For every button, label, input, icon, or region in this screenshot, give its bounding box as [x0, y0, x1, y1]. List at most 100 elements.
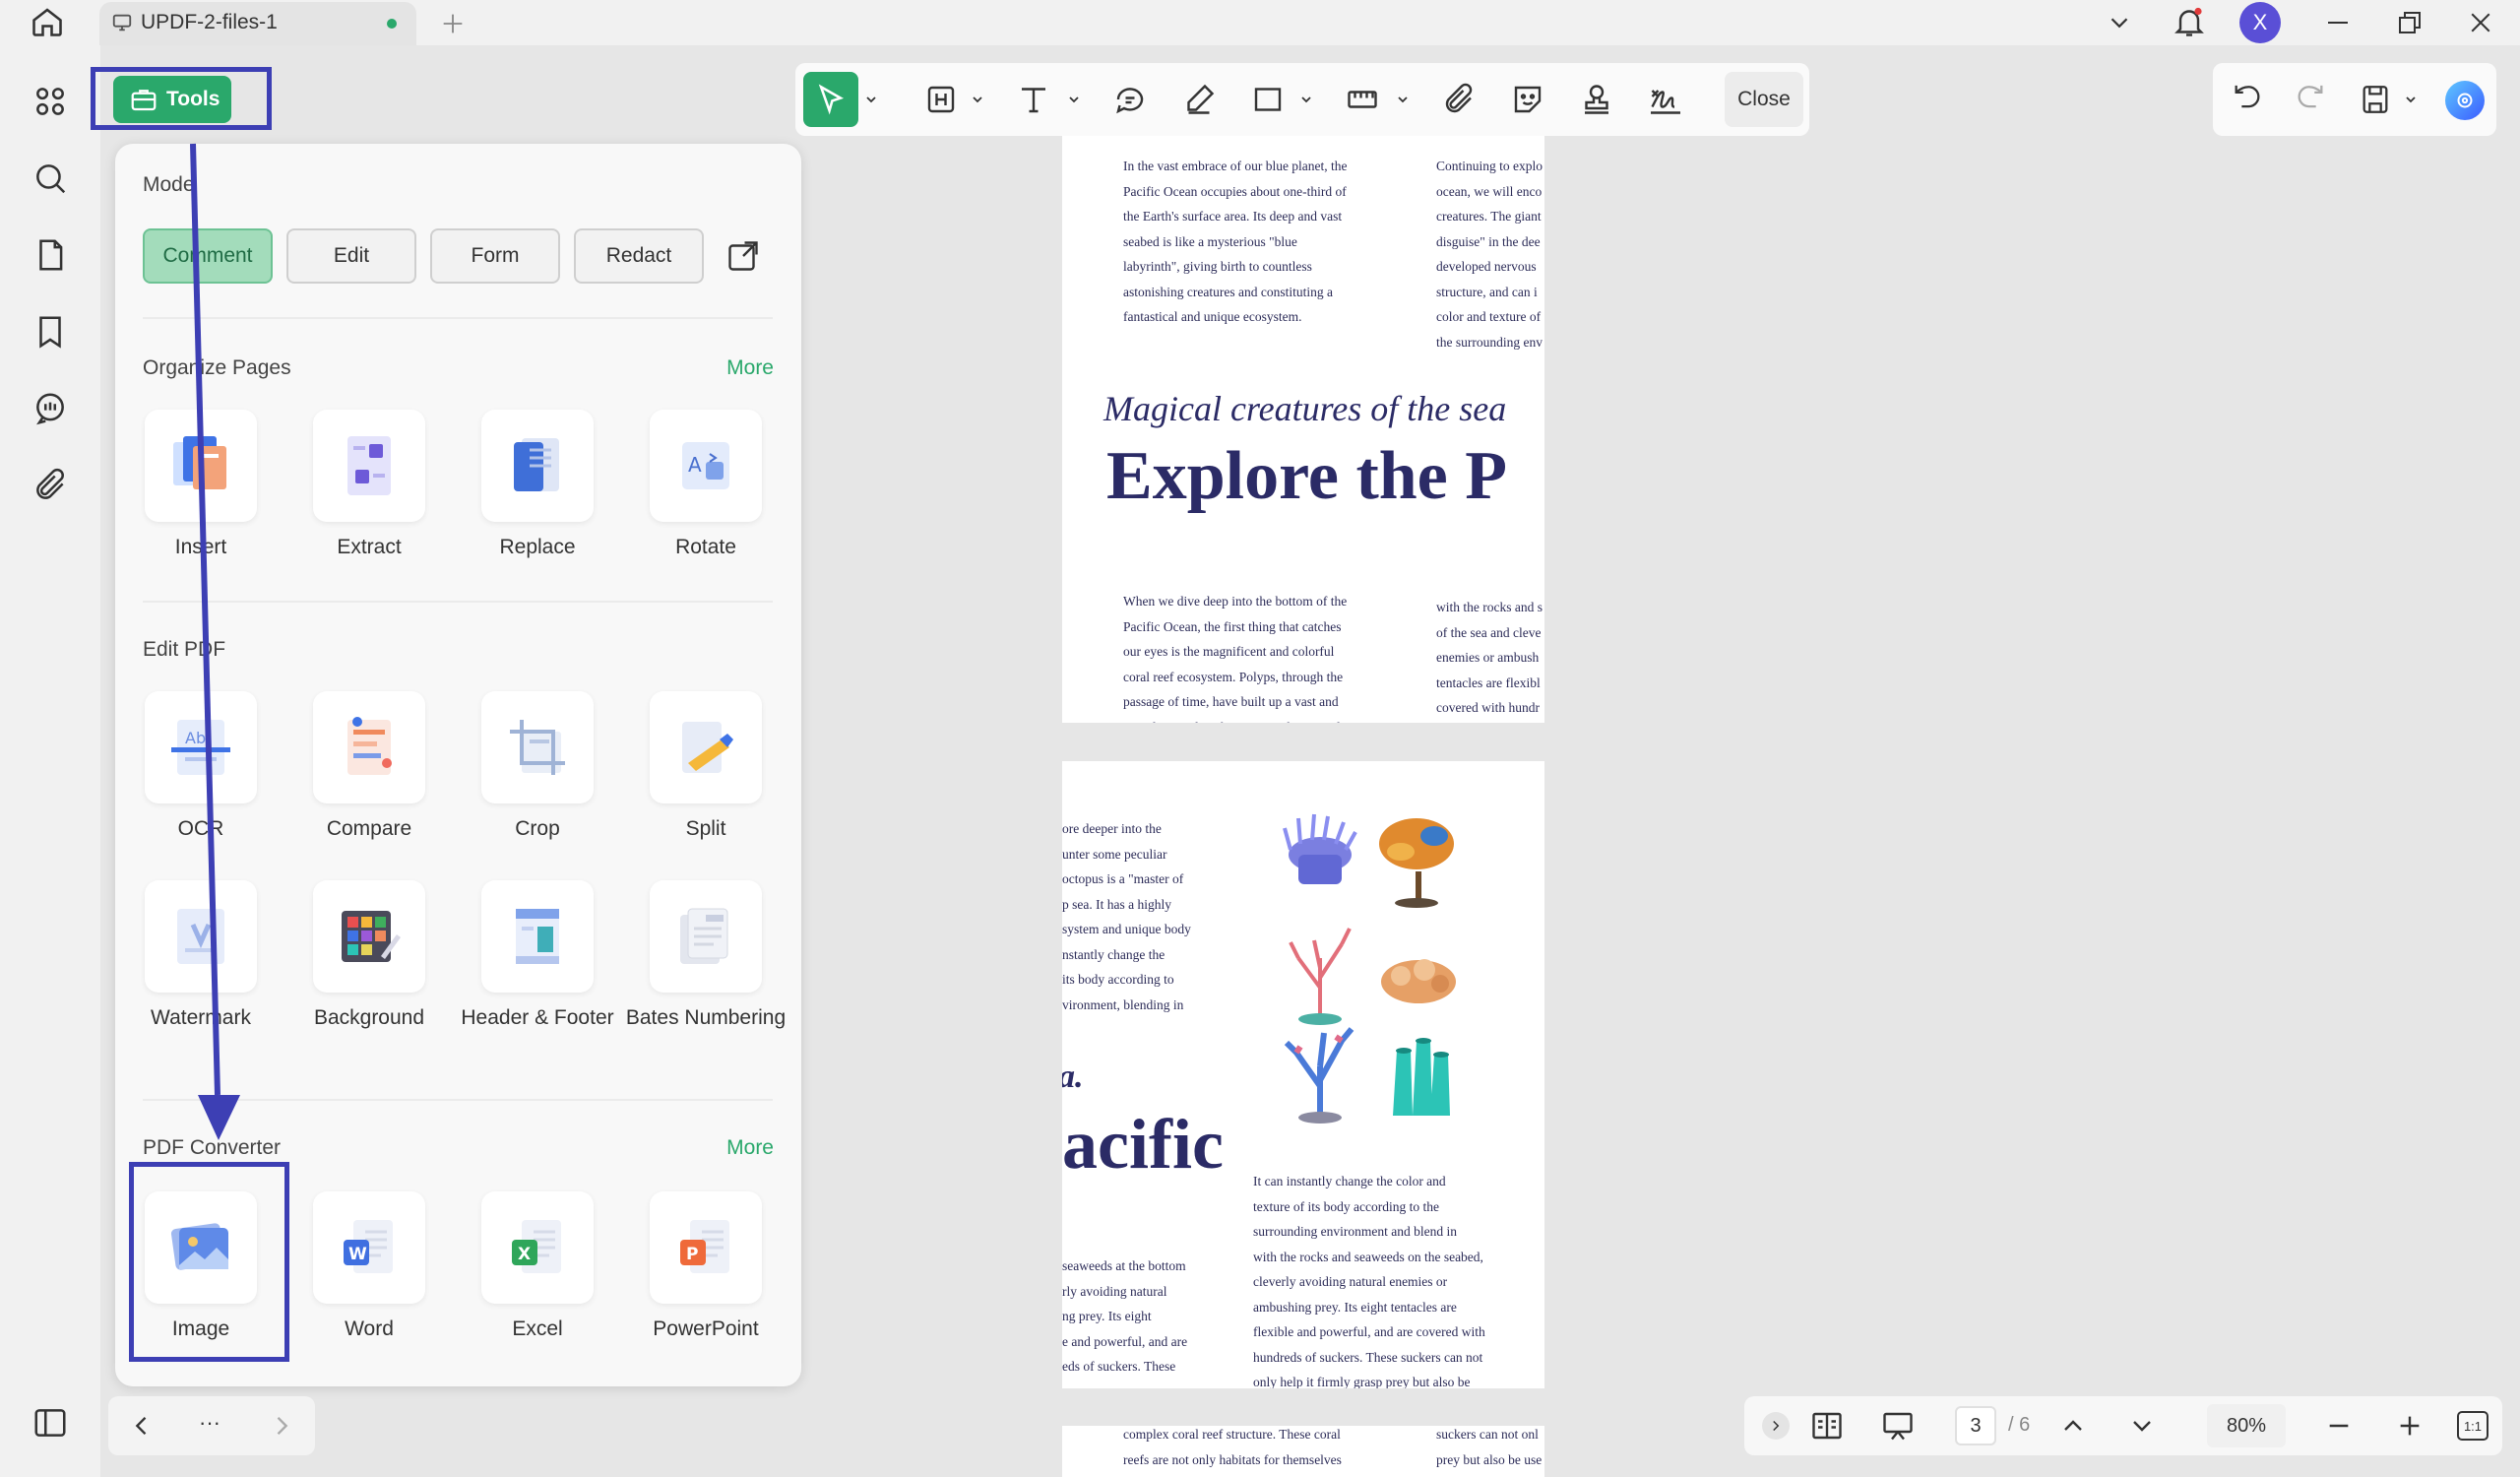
tool-ocr[interactable]: Ab OCR — [117, 691, 284, 843]
sidebar-toggle-icon[interactable] — [32, 1404, 69, 1442]
mode-redact-button[interactable]: Redact — [574, 228, 704, 284]
tool-header-footer[interactable]: Header & Footer — [454, 880, 621, 1032]
tool-convert-excel[interactable]: X Excel — [454, 1191, 621, 1343]
chevron-down-icon[interactable] — [1067, 94, 1081, 105]
document-page-3: complex coral reef structure. These cora… — [1062, 1426, 1544, 1477]
page-layout-icon[interactable] — [1809, 1408, 1845, 1444]
redo-icon[interactable] — [2294, 83, 2327, 116]
text-line: rly avoiding natural — [1062, 1283, 1167, 1299]
text-line: with the rocks and seaweeds on the seabe… — [1253, 1249, 1483, 1264]
coral-brain-cluster — [1381, 959, 1456, 1003]
document-tab[interactable]: UPDF-2-files-1 — [99, 2, 416, 45]
avatar[interactable]: X — [2239, 2, 2281, 43]
header-footer-icon — [516, 909, 559, 964]
minimize-icon[interactable] — [2323, 8, 2353, 37]
tool-header-footer-label: Header & Footer — [461, 1006, 614, 1029]
zoom-out-icon[interactable] — [2323, 1410, 2355, 1442]
actual-size-button[interactable]: 1:1 — [2457, 1411, 2488, 1441]
bell-icon[interactable] — [2172, 4, 2207, 39]
page1-title: Explore the P — [1106, 438, 1508, 514]
zoom-level[interactable]: 80% — [2207, 1404, 2286, 1447]
current-page-input[interactable]: 3 — [1955, 1406, 1996, 1445]
tool-bates-numbering[interactable]: Bates Numbering — [622, 880, 789, 1032]
close-toolbar-button[interactable]: Close — [1725, 72, 1803, 127]
chevron-down-icon[interactable] — [864, 94, 878, 105]
chevron-right-icon[interactable] — [268, 1412, 295, 1440]
text-line: octopus is a "master of — [1062, 871, 1184, 886]
total-pages: / 6 — [2008, 1414, 2031, 1436]
close-window-icon[interactable] — [2466, 8, 2495, 37]
rectangle-icon[interactable] — [1250, 82, 1286, 117]
tool-split[interactable]: Split — [622, 691, 789, 843]
tool-watermark-label: Watermark — [151, 1006, 251, 1029]
tool-convert-word[interactable]: W Word — [285, 1191, 453, 1343]
measure-icon[interactable] — [1345, 82, 1380, 117]
text-icon[interactable] — [1016, 82, 1051, 117]
chevron-down-icon[interactable] — [2105, 8, 2134, 37]
page1-subtitle: Magical creatures of the sea — [1103, 389, 1507, 428]
actual-size-label: 1:1 — [2463, 1418, 2483, 1434]
svg-text:P: P — [686, 1245, 698, 1264]
pages-icon[interactable] — [32, 236, 69, 274]
sticker-icon[interactable] — [1510, 82, 1545, 117]
text-line: Continuing to explo — [1436, 159, 1543, 173]
divider — [143, 317, 773, 319]
tool-replace-label: Replace — [499, 536, 576, 558]
bookmark-icon[interactable] — [32, 313, 69, 351]
mode-comment-button[interactable]: Comment — [143, 228, 273, 284]
converter-more-link[interactable]: More — [726, 1136, 774, 1160]
tool-watermark[interactable]: Watermark — [117, 880, 284, 1032]
grid-apps-icon[interactable] — [32, 83, 69, 120]
tool-replace[interactable]: Replace — [454, 410, 621, 561]
stamp-icon[interactable] — [1579, 82, 1614, 117]
chevron-down-icon[interactable] — [971, 94, 984, 105]
chevron-down-icon[interactable] — [2404, 94, 2418, 105]
paperclip-icon[interactable] — [1441, 82, 1477, 117]
chevron-left-icon[interactable] — [128, 1412, 156, 1440]
tool-insert-label: Insert — [174, 536, 227, 558]
text-line: p sea. It has a highly — [1062, 896, 1171, 912]
text-line: color and texture of — [1436, 309, 1542, 324]
presentation-icon[interactable] — [1880, 1408, 1916, 1444]
previous-page-icon[interactable] — [2057, 1410, 2089, 1442]
expand-panel-icon[interactable] — [1762, 1412, 1790, 1440]
signature-icon[interactable] — [1648, 82, 1683, 117]
chevron-down-icon[interactable] — [1396, 94, 1410, 105]
tab-title: UPDF-2-files-1 — [141, 11, 278, 33]
select-tool-button[interactable] — [803, 72, 858, 127]
tool-convert-powerpoint[interactable]: P PowerPoint — [622, 1191, 789, 1343]
attachment-icon[interactable] — [32, 467, 69, 504]
image-highlight-box — [129, 1162, 289, 1362]
tool-rotate[interactable]: A Rotate — [622, 410, 789, 561]
tool-convert-word-label: Word — [345, 1317, 394, 1340]
comments-icon[interactable] — [32, 390, 69, 427]
svg-text:A: A — [688, 453, 702, 477]
edit-pdf-section-title: Edit PDF — [143, 638, 226, 661]
tool-compare[interactable]: Compare — [285, 691, 453, 843]
tool-extract[interactable]: Extract — [285, 410, 453, 561]
text-line: fantastical and unique ecosystem. — [1123, 309, 1302, 324]
restore-icon[interactable] — [2395, 8, 2425, 37]
mode-edit-button[interactable]: Edit — [286, 228, 416, 284]
next-page-icon[interactable] — [2126, 1410, 2158, 1442]
tool-background[interactable]: Background — [285, 880, 453, 1032]
more-options-button[interactable]: ··· — [199, 1410, 220, 1436]
undo-icon[interactable] — [2231, 83, 2264, 116]
chevron-down-icon[interactable] — [1299, 94, 1313, 105]
open-external-icon[interactable] — [725, 238, 761, 274]
highlight-icon[interactable] — [923, 82, 959, 117]
coral-blue-branch — [1284, 1027, 1354, 1124]
tool-insert[interactable]: Insert — [117, 410, 284, 561]
mode-form-button[interactable]: Form — [430, 228, 560, 284]
ai-assistant-icon[interactable] — [2445, 81, 2485, 120]
save-icon[interactable] — [2359, 83, 2392, 116]
tool-crop[interactable]: Crop — [454, 691, 621, 843]
zoom-in-icon[interactable] — [2394, 1410, 2426, 1442]
comment-icon[interactable] — [1112, 82, 1148, 117]
organize-more-link[interactable]: More — [726, 356, 774, 380]
organize-section-title: Organize Pages — [143, 356, 291, 379]
search-icon[interactable] — [32, 160, 69, 197]
new-tab-icon[interactable] — [439, 10, 467, 37]
pen-icon[interactable] — [1181, 82, 1217, 117]
home-icon[interactable] — [30, 4, 65, 39]
